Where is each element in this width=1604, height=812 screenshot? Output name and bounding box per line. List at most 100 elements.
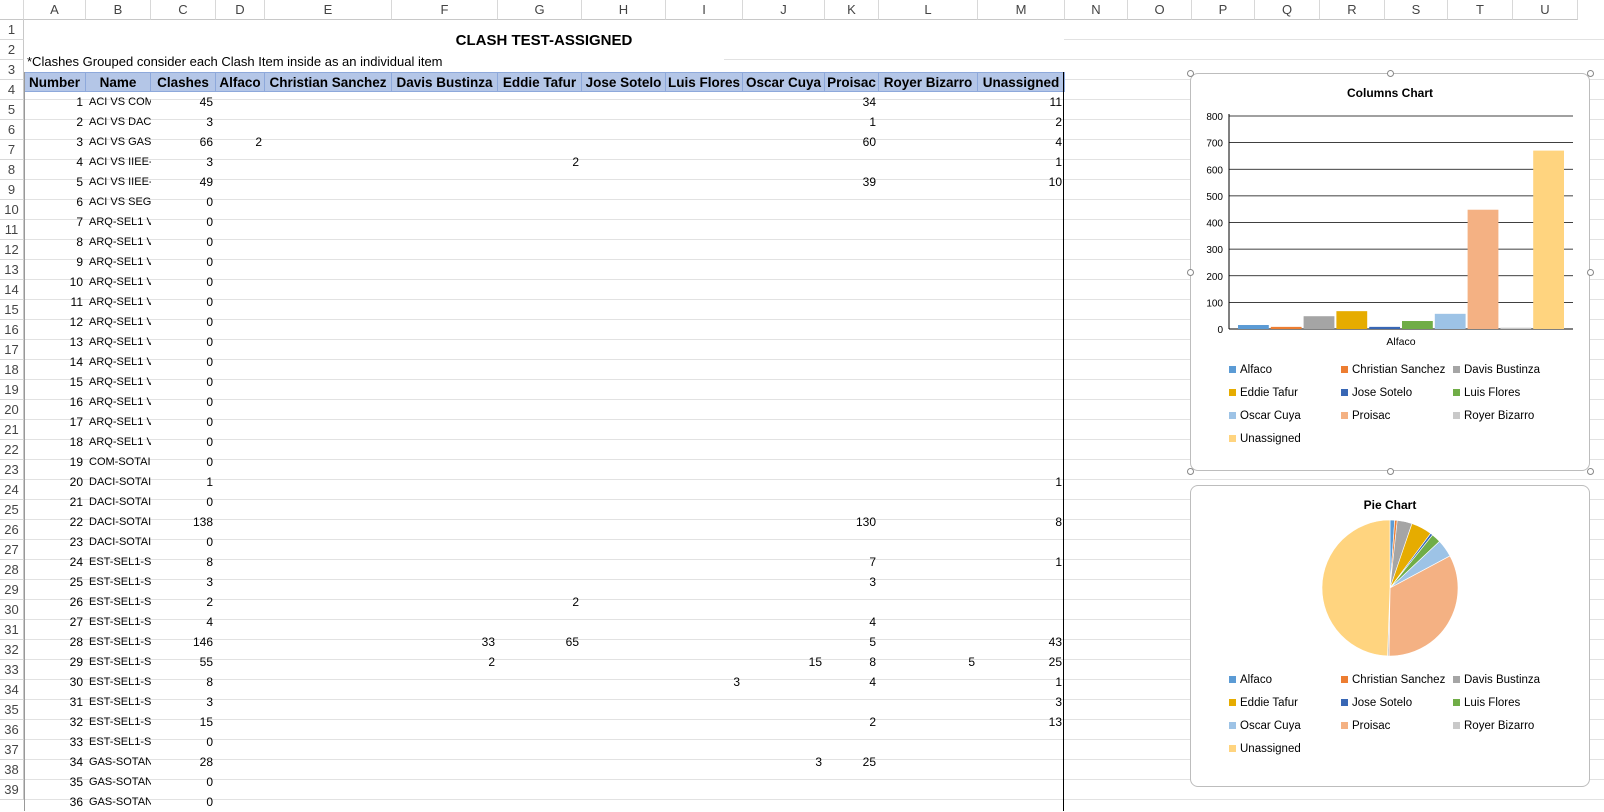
row-header-35[interactable]: 35 [0,700,24,720]
cell-value[interactable]: 1 [978,472,1065,492]
row-header-28[interactable]: 28 [0,560,24,580]
column-header-k[interactable]: K [825,0,879,20]
cell-value[interactable]: 43 [978,632,1065,652]
bar-luis-flores[interactable] [1402,321,1433,329]
cell-value[interactable]: 4 [825,612,879,632]
table-header-proisac[interactable]: Proisac [825,72,879,92]
legend-item-oscar-cuya[interactable]: Oscar Cuya [1229,410,1301,422]
cell-value[interactable]: 11 [978,92,1065,112]
cell-clashes[interactable]: 55 [151,652,216,672]
cell-clashes[interactable]: 0 [151,192,216,212]
cell-value[interactable]: 7 [825,552,879,572]
cell-value[interactable]: 1 [978,672,1065,692]
cell-value[interactable]: 4 [978,132,1065,152]
legend-item-eddie-tafur[interactable]: Eddie Tafur [1229,387,1298,399]
cell-value[interactable]: 5 [879,652,978,672]
cell-clashes[interactable]: 0 [151,232,216,252]
cell-number[interactable]: 5 [24,172,86,192]
cell-clashes[interactable]: 8 [151,552,216,572]
bar-proisac[interactable] [1467,209,1499,329]
cell-clashes[interactable]: 0 [151,532,216,552]
row-header-15[interactable]: 15 [0,300,24,320]
cell-number[interactable]: 16 [24,392,86,412]
table-header-clashes[interactable]: Clashes [151,72,216,92]
cell-value[interactable]: 25 [978,652,1065,672]
column-header-q[interactable]: Q [1255,0,1320,20]
cell-name[interactable]: ARQ-SEL1 V [86,272,151,292]
cell-value[interactable]: 25 [825,752,879,772]
cell-name[interactable]: EST-SEL1-SC [86,612,151,632]
cell-clashes[interactable]: 8 [151,672,216,692]
cell-clashes[interactable]: 146 [151,632,216,652]
slice-unassigned[interactable] [1321,519,1391,657]
cell-value[interactable]: 4 [825,672,879,692]
cell-value[interactable]: 2 [392,652,498,672]
table-header-jose-sotelo[interactable]: Jose Sotelo [582,72,666,92]
cell-clashes[interactable]: 0 [151,732,216,752]
cell-clashes[interactable]: 28 [151,752,216,772]
cell-value[interactable]: 33 [392,632,498,652]
cell-clashes[interactable]: 0 [151,272,216,292]
cell-name[interactable]: ACI VS SEG- [86,192,151,212]
row-header-34[interactable]: 34 [0,680,24,700]
cell-number[interactable]: 21 [24,492,86,512]
column-header-n[interactable]: N [1065,0,1128,20]
column-header-s[interactable]: S [1385,0,1448,20]
cell-value[interactable]: 15 [743,652,825,672]
cell-number[interactable]: 31 [24,692,86,712]
cell-number[interactable]: 20 [24,472,86,492]
column-header-p[interactable]: P [1192,0,1255,20]
legend-item-oscar-cuya[interactable]: Oscar Cuya [1229,720,1301,732]
cell-number[interactable]: 3 [24,132,86,152]
cell-clashes[interactable]: 45 [151,92,216,112]
cell-value[interactable]: 1 [978,152,1065,172]
row-header-6[interactable]: 6 [0,120,24,140]
legend-item-royer-bizarro[interactable]: Royer Bizarro [1453,720,1534,732]
cell-value[interactable]: 8 [978,512,1065,532]
cell-name[interactable]: ARQ-SEL1 V [86,372,151,392]
cell-name[interactable]: ARQ-SEL1 V [86,252,151,272]
resize-handle[interactable] [1387,468,1394,475]
cell-number[interactable]: 26 [24,592,86,612]
row-header-31[interactable]: 31 [0,620,24,640]
row-header-5[interactable]: 5 [0,100,24,120]
cell-clashes[interactable]: 0 [151,312,216,332]
table-header-oscar-cuya[interactable]: Oscar Cuya [743,72,825,92]
column-header-c[interactable]: C [151,0,216,20]
resize-handle[interactable] [1587,70,1594,77]
row-header-32[interactable]: 32 [0,640,24,660]
cell-number[interactable]: 23 [24,532,86,552]
row-header-18[interactable]: 18 [0,360,24,380]
cell-clashes[interactable]: 3 [151,572,216,592]
cell-name[interactable]: ARQ-SEL1 V [86,212,151,232]
legend-item-davis-bustinza[interactable]: Davis Bustinza [1453,364,1540,376]
cell-name[interactable]: GAS-SOTAN [86,772,151,792]
cell-value[interactable]: 2 [978,112,1065,132]
cell-value[interactable]: 130 [825,512,879,532]
row-header-12[interactable]: 12 [0,240,24,260]
legend-item-christian-sanchez[interactable]: Christian Sanchez [1341,674,1445,686]
cell-name[interactable]: ACI VS IIEE- [86,152,151,172]
table-header-royer-bizarro[interactable]: Royer Bizarro [879,72,978,92]
bar-royer-bizarro[interactable] [1500,327,1532,329]
cell-number[interactable]: 36 [24,792,86,812]
row-header-27[interactable]: 27 [0,540,24,560]
row-header-17[interactable]: 17 [0,340,24,360]
cell-clashes[interactable]: 0 [151,772,216,792]
row-header-38[interactable]: 38 [0,760,24,780]
bar-eddie-tafur[interactable] [1336,311,1368,329]
cell-number[interactable]: 15 [24,372,86,392]
resize-handle[interactable] [1387,70,1394,77]
row-header-11[interactable]: 11 [0,220,24,240]
cell-number[interactable]: 6 [24,192,86,212]
bar-oscar-cuya[interactable] [1434,313,1466,329]
legend-item-luis-flores[interactable]: Luis Flores [1453,697,1520,709]
cell-value[interactable]: 8 [825,652,879,672]
cell-value[interactable]: 2 [216,132,265,152]
cell-number[interactable]: 8 [24,232,86,252]
table-header-christian-sanchez[interactable]: Christian Sanchez [265,72,392,92]
bar-jose-sotelo[interactable] [1369,326,1400,329]
cell-number[interactable]: 11 [24,292,86,312]
cell-clashes[interactable]: 0 [151,412,216,432]
row-header-23[interactable]: 23 [0,460,24,480]
